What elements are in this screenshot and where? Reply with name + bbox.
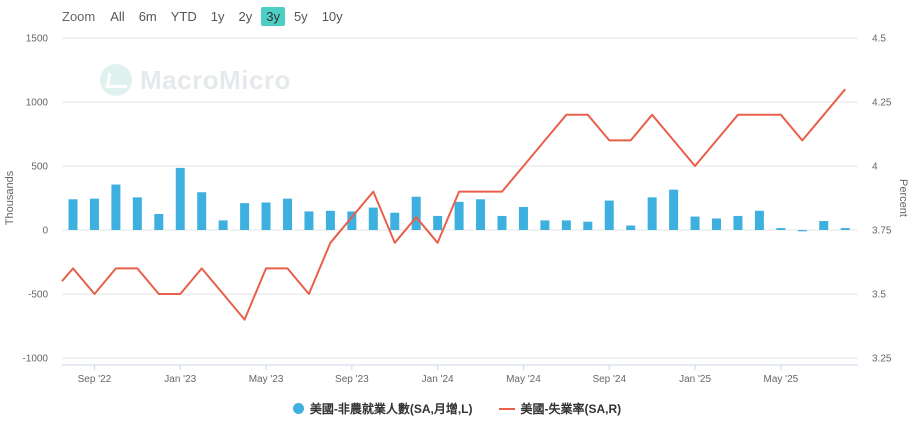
- right-tick-label: 3.5: [872, 290, 886, 301]
- bar: [819, 221, 829, 230]
- x-tick-label: May '23: [249, 374, 284, 385]
- x-tick-label: Jan '25: [679, 374, 711, 385]
- bar: [647, 197, 657, 230]
- x-tick-label: Sep '24: [592, 374, 626, 385]
- left-axis-title: Thousands: [4, 170, 16, 225]
- x-tick-label: Sep '23: [335, 374, 369, 385]
- legend-item-payrolls[interactable]: 美國-非農就業人數(SA,月增,L): [292, 400, 473, 417]
- bar: [733, 215, 743, 230]
- bar: [325, 210, 335, 230]
- bar: [304, 211, 314, 230]
- legend-item-unemployment[interactable]: 美國-失業率(SA,R): [498, 400, 622, 417]
- bar: [111, 184, 121, 230]
- legend-line-marker-icon: [498, 407, 515, 410]
- x-tick-label: Jan '23: [164, 374, 196, 385]
- bar: [197, 192, 207, 230]
- bar: [390, 212, 400, 230]
- bar: [540, 220, 550, 230]
- bar: [411, 196, 421, 230]
- right-tick-label: 3.25: [872, 354, 892, 365]
- legend-label-unemployment: 美國-失業率(SA,R): [520, 402, 622, 416]
- chart-area: -1000 -500 0 500 1000 1500 3.25 3.5 3.75 4 4.25 4.…: [4, 34, 909, 386]
- bar: [754, 210, 764, 230]
- bar: [797, 230, 807, 232]
- legend-bar-marker-icon: [292, 403, 304, 414]
- bar: [240, 203, 250, 230]
- bar: [68, 199, 78, 230]
- left-tick-label: -500: [28, 290, 48, 301]
- bar-series: [68, 167, 850, 232]
- x-tick-label: May '25: [763, 374, 798, 385]
- bar: [132, 197, 142, 230]
- bar: [433, 215, 443, 230]
- bar: [454, 201, 464, 230]
- left-tick-label: 1500: [26, 34, 49, 45]
- bar: [626, 225, 636, 230]
- bar: [283, 198, 292, 230]
- x-tick-label: Sep '22: [78, 374, 112, 385]
- bar: [175, 167, 185, 230]
- bar: [368, 207, 378, 230]
- bar: [690, 216, 700, 230]
- bar: [518, 206, 528, 230]
- right-axis-title: Percent: [897, 179, 909, 217]
- bar: [497, 215, 507, 230]
- right-tick-label: 4.25: [872, 98, 892, 109]
- left-tick-label: -1000: [22, 354, 48, 365]
- x-tick-label: May '24: [506, 374, 541, 385]
- bar: [669, 189, 679, 230]
- bar: [583, 221, 593, 230]
- bar: [561, 220, 571, 230]
- bar: [476, 199, 486, 230]
- bar: [604, 200, 614, 230]
- legend: 美國-非農就業人數(SA,月增,L) 美國-失業率(SA,R): [0, 400, 914, 417]
- bar: [261, 202, 271, 230]
- right-tick-label: 4.5: [872, 34, 886, 45]
- right-tick-label: 3.75: [872, 226, 892, 237]
- left-tick-label: 1000: [26, 98, 49, 109]
- x-axis: Sep '22 Jan '23 May '23 Sep '23 Jan '24 May '…: [62, 364, 858, 385]
- left-axis-ticks: -1000 -500 0 500 1000 1500: [22, 34, 48, 365]
- bar: [840, 228, 850, 230]
- bar: [89, 198, 99, 230]
- right-tick-label: 4: [872, 162, 878, 173]
- x-tick-label: Jan '24: [422, 374, 454, 385]
- bar: [712, 218, 721, 230]
- right-axis-ticks: 3.25 3.5 3.75 4 4.25 4.5: [872, 34, 892, 365]
- left-tick-label: 500: [31, 162, 48, 173]
- left-tick-label: 0: [42, 226, 48, 237]
- bar: [154, 214, 164, 230]
- legend-label-payrolls: 美國-非農就業人數(SA,月增,L): [309, 402, 473, 416]
- bar: [776, 228, 786, 230]
- bar: [218, 220, 228, 230]
